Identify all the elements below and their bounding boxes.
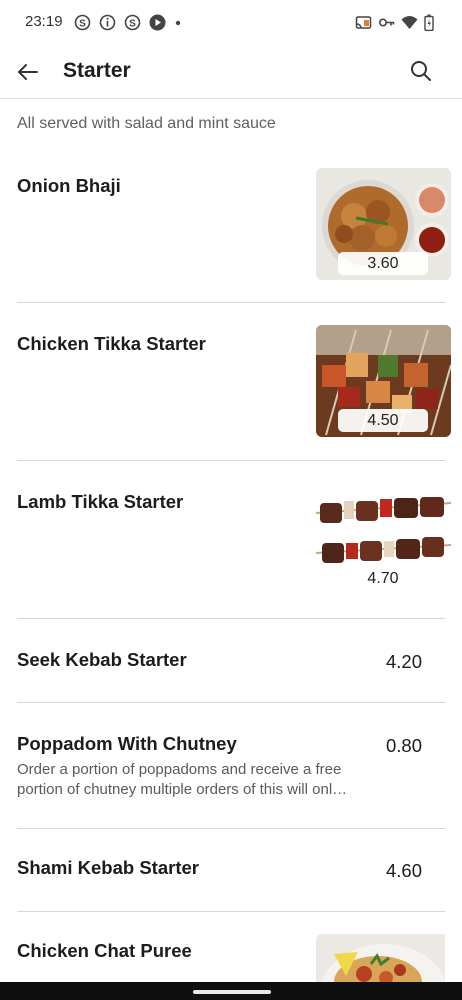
back-button[interactable] [14,58,42,86]
item-description: Order a portion of poppadoms and receive… [17,761,348,798]
menu-item-chicken-tikka-starter[interactable]: Chicken Tikka Starter 4.50 [17,302,451,461]
menu-item-poppadom-with-chutney[interactable]: Poppadom With Chutney 0.80 Order a porti… [17,702,445,829]
menu-item-shami-kebab-starter[interactable]: Shami Kebab Starter 4.60 [17,828,445,912]
search-button[interactable] [408,58,434,84]
page-title: Starter [63,59,131,82]
item-name: Chicken Chat Puree [17,940,192,961]
search-icon [411,61,431,81]
item-price: 4.20 [385,651,422,672]
menu-item-lamb-tikka-starter[interactable]: Lamb Tikka Starter 4.70 [17,460,451,619]
arrow-left-icon [18,64,38,80]
media-icon [149,14,166,31]
status-system-icons [355,14,434,31]
status-notification-icons: S S [74,14,182,31]
menu-item-seek-kebab-starter[interactable]: Seek Kebab Starter 4.20 [17,618,445,703]
item-name: Shami Kebab Starter [17,857,199,878]
svg-text:S: S [129,19,136,30]
menu-item-chicken-chat-puree[interactable]: Chicken Chat Puree [17,911,445,982]
item-price-chip: 3.60 [338,252,428,275]
item-price-chip: 4.70 [338,567,428,590]
item-image: 3.60 [316,168,451,280]
category-subtitle: All served with salad and mint sauce [17,115,276,132]
cast-icon [355,16,372,29]
gesture-handle[interactable] [193,990,271,994]
status-bar: 23:19 S S [0,0,462,46]
menu-item-onion-bhaji[interactable]: Onion Bhaji 3.60 [17,148,451,303]
item-price-chip: 4.50 [338,409,428,432]
item-price: 0.80 [385,735,422,756]
svg-text:S: S [79,19,86,30]
wifi-icon [401,16,418,29]
system-navigation-bar [0,982,462,1000]
info-icon [99,14,116,31]
item-name: Seek Kebab Starter [17,649,187,670]
item-image [316,934,445,982]
app-bar: Starter [0,46,462,99]
item-name: Onion Bhaji [17,175,121,196]
item-price: 4.60 [385,860,422,881]
dot-icon [175,20,181,26]
s-app-icon: S [124,14,141,31]
item-image: 4.70 [316,483,451,595]
item-name: Lamb Tikka Starter [17,491,184,512]
key-icon [378,18,395,27]
item-name: Poppadom With Chutney [17,733,237,754]
item-image: 4.50 [316,325,451,437]
battery-icon [424,14,434,31]
chicken-chat-puree-photo [316,934,445,982]
s-app-icon: S [74,14,91,31]
status-time: 23:19 [25,13,63,30]
item-name: Chicken Tikka Starter [17,333,206,354]
